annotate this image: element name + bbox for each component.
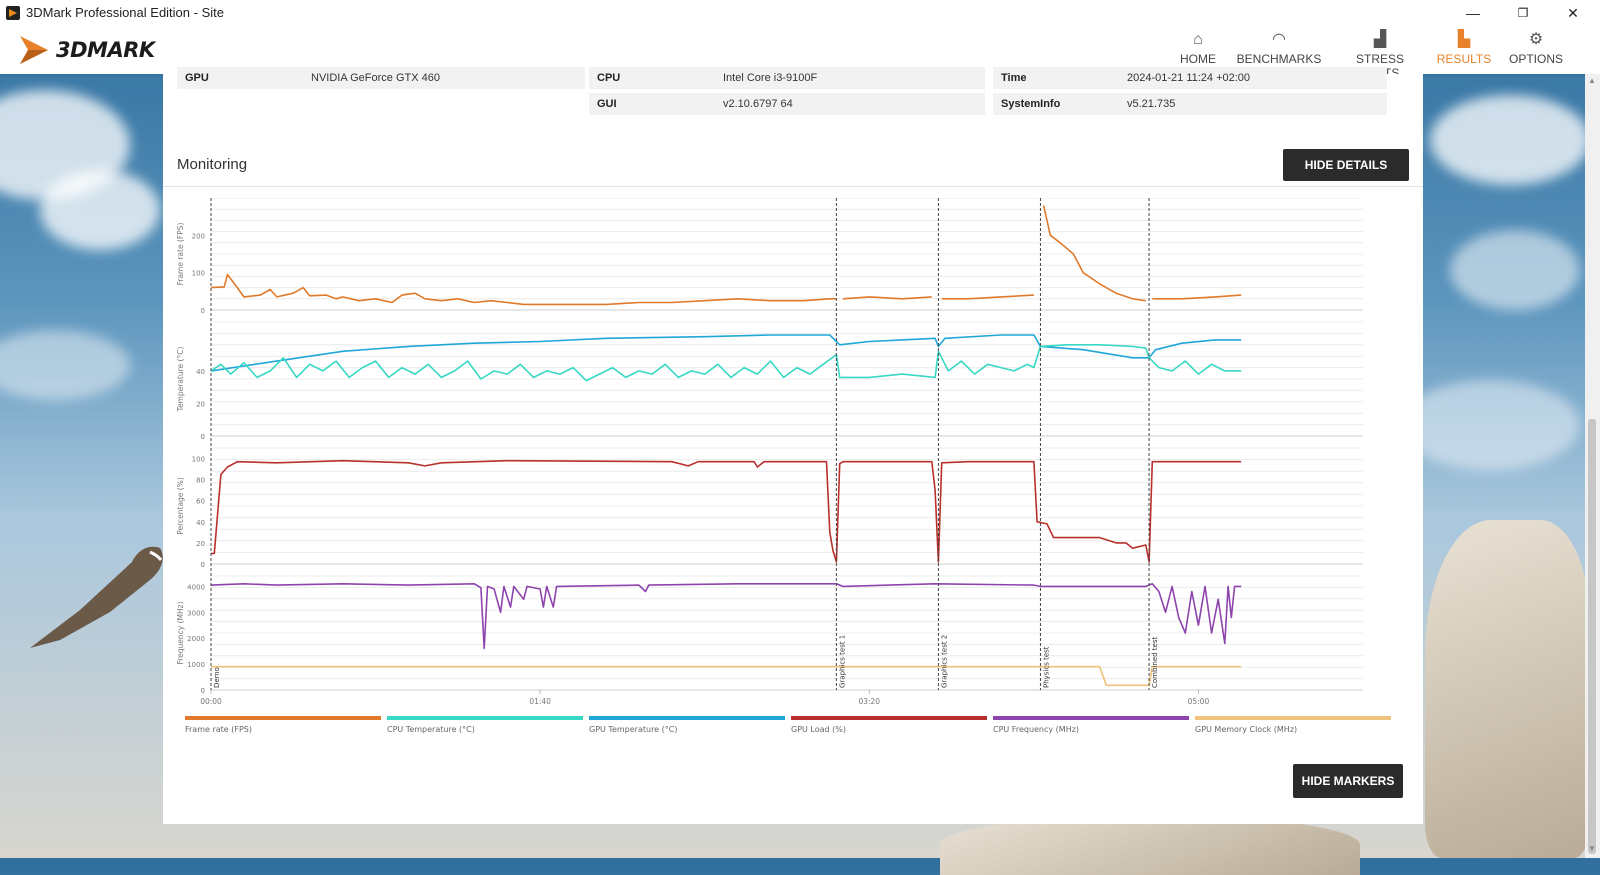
nav-label: OPTIONS	[1508, 52, 1563, 66]
gui-value: v2.10.6797 64	[713, 93, 985, 115]
maximize-button[interactable]: ❐	[1500, 0, 1546, 26]
series-line	[211, 459, 1242, 563]
bird-illustration	[30, 546, 163, 648]
test-marker-label: Graphics test 1	[838, 635, 846, 688]
time-label: Time	[993, 67, 1119, 89]
bar-chart-icon: ▟	[1373, 31, 1387, 48]
legend-item-frame-rate[interactable]: Frame rate (FPS)	[185, 716, 381, 734]
nav-benchmarks[interactable]: ◠ BENCHMARKS	[1234, 30, 1324, 66]
legend-label: CPU Frequency (MHz)	[993, 725, 1080, 734]
gui-label: GUI	[589, 93, 715, 115]
scroll-up-arrow-icon[interactable]: ▲	[1588, 76, 1596, 85]
scrollbar-thumb[interactable]	[1588, 419, 1596, 854]
legend-item-cpu-frequency[interactable]: CPU Frequency (MHz)	[993, 716, 1189, 734]
x-tick-label: 01:40	[529, 697, 551, 706]
y-tick-label: 100	[192, 270, 205, 278]
monitoring-title: Monitoring	[177, 156, 248, 173]
y-axis-label: Frame rate (FPS)	[176, 223, 185, 286]
scroll-down-arrow-icon[interactable]: ▼	[1588, 844, 1596, 853]
gauge-icon: ◠	[1272, 31, 1286, 48]
legend-label: Frame rate (FPS)	[185, 725, 253, 734]
nav-results[interactable]: ▙ RESULTS	[1436, 30, 1492, 66]
y-tick-label: 0	[201, 433, 205, 441]
x-tick-label: 05:00	[1188, 697, 1210, 706]
y-tick-label: 4000	[187, 583, 205, 591]
legend-swatch	[185, 716, 381, 720]
legend-label: GPU Temperature (°C)	[589, 725, 678, 734]
y-tick-label: 40	[196, 368, 205, 376]
y-tick-label: 100	[192, 456, 205, 464]
gear-icon: ⚙	[1528, 31, 1544, 48]
nav-options[interactable]: ⚙ OPTIONS	[1508, 30, 1564, 66]
legend-item-gpu-load[interactable]: GPU Load (%)	[791, 716, 987, 734]
nav-label: RESULTS	[1436, 52, 1492, 66]
y-tick-label: 40	[196, 519, 205, 527]
sysinfo-value: v5.21.735	[1117, 93, 1387, 115]
monitoring-chart: 0100200Frame rate (FPS)02040Temperature …	[176, 198, 1363, 706]
y-axis-label: Percentage (%)	[176, 477, 185, 535]
results-panel: GPU NVIDIA GeForce GTX 460 CPU Intel Cor…	[163, 67, 1423, 824]
test-marker-label: Physics test	[1042, 646, 1050, 688]
legend-swatch	[993, 716, 1189, 720]
legend-swatch	[387, 716, 583, 720]
y-tick-label: 20	[196, 400, 205, 408]
x-tick-label: 00:00	[200, 697, 222, 706]
y-tick-label: 200	[192, 232, 205, 240]
results-icon: ▙	[1457, 31, 1471, 48]
legend-label: CPU Temperature (°C)	[387, 725, 475, 734]
y-tick-label: 2000	[187, 635, 205, 643]
window-title: 3DMark Professional Edition - Site	[26, 5, 224, 20]
y-tick-label: 60	[196, 498, 205, 506]
legend-label: GPU Load (%)	[791, 725, 846, 734]
test-marker-label: Combined test	[1151, 637, 1159, 688]
legend-label: GPU Memory Clock (MHz)	[1195, 725, 1298, 734]
logo-text: 3DMARK	[56, 38, 155, 62]
test-marker-label: Graphics test 2	[940, 635, 948, 688]
series-line	[210, 583, 1242, 650]
gpu-value: NVIDIA GeForce GTX 460	[301, 67, 585, 89]
close-button[interactable]: ✕	[1550, 0, 1596, 26]
y-tick-label: 1000	[187, 661, 205, 669]
app-icon	[6, 6, 20, 20]
sysinfo-label: SystemInfo	[993, 93, 1119, 115]
home-icon: ⌂	[1193, 31, 1203, 48]
y-tick-label: 20	[196, 540, 205, 548]
y-tick-label: 0	[201, 687, 205, 695]
3dmark-logo[interactable]: 3DMARK	[18, 30, 155, 70]
y-tick-label: 80	[196, 477, 205, 485]
nav-home[interactable]: ⌂ HOME	[1170, 30, 1226, 66]
minimize-button[interactable]: —	[1450, 0, 1496, 26]
hide-markers-button[interactable]: HIDE MARKERS	[1293, 764, 1403, 798]
y-axis-label: Temperature (°C)	[176, 347, 185, 413]
legend-item-cpu-temperature[interactable]: CPU Temperature (°C)	[387, 716, 583, 734]
y-axis-label: Frequency (MHz)	[176, 601, 185, 664]
legend-swatch	[1195, 716, 1391, 720]
legend-swatch	[589, 716, 785, 720]
legend-swatch	[791, 716, 987, 720]
y-tick-label: 0	[201, 307, 205, 315]
section-divider	[163, 186, 1423, 187]
y-tick-label: 0	[201, 561, 205, 569]
y-tick-label: 3000	[187, 609, 205, 617]
test-marker-label: Demo	[213, 667, 221, 688]
cpu-value: Intel Core i3-9100F	[713, 67, 985, 89]
nav-label: BENCHMARKS	[1236, 52, 1322, 66]
nav-label: HOME	[1180, 52, 1216, 66]
legend-item-gpu-memory-clock[interactable]: GPU Memory Clock (MHz)	[1195, 716, 1391, 734]
time-value: 2024-01-21 11:24 +02:00	[1117, 67, 1387, 89]
x-tick-label: 03:20	[858, 697, 880, 706]
window-titlebar: 3DMark Professional Edition - Site — ❐ ✕	[0, 0, 1600, 27]
series-line	[211, 665, 1242, 687]
gpu-label: GPU	[177, 67, 303, 89]
legend-item-gpu-temperature[interactable]: GPU Temperature (°C)	[589, 716, 785, 734]
scrollbar[interactable]: ▲ ▼	[1585, 74, 1600, 858]
hide-details-button[interactable]: HIDE DETAILS	[1283, 149, 1409, 181]
logo-icon	[20, 36, 48, 64]
cpu-label: CPU	[589, 67, 715, 89]
